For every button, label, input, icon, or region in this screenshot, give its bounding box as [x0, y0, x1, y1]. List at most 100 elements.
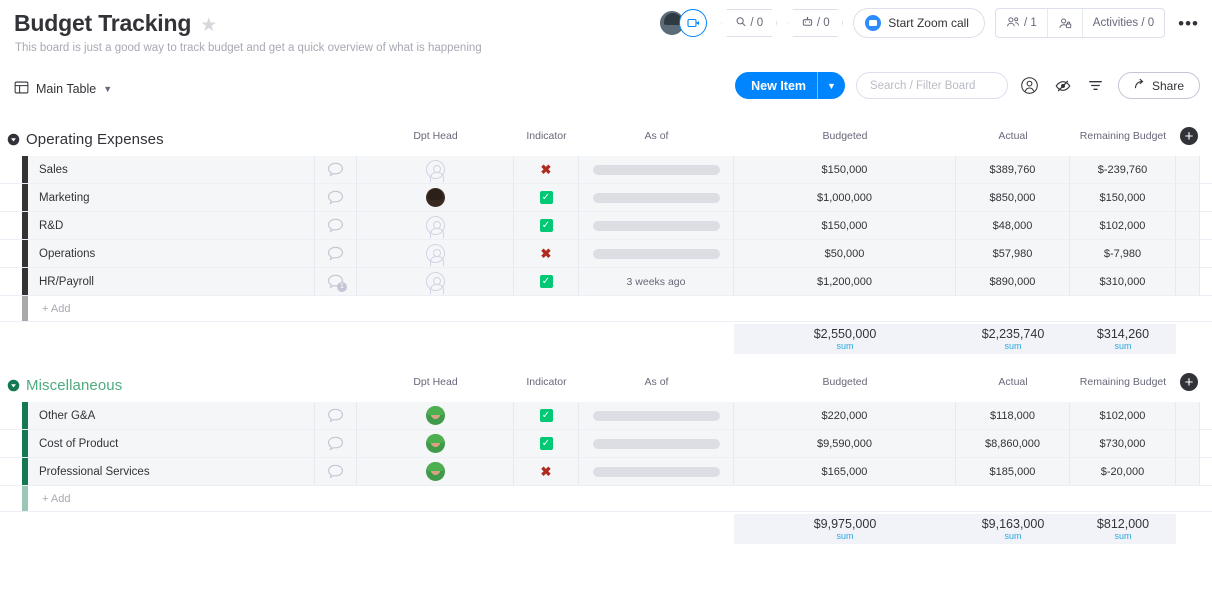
share-button[interactable]: Share — [1118, 72, 1200, 99]
row-chat-cell[interactable] — [315, 156, 357, 183]
row-name[interactable]: HR/Payroll — [28, 268, 315, 295]
row-budgeted-cell[interactable]: $150,000 — [734, 212, 956, 239]
column-header-remaining-budget[interactable]: Remaining Budget — [1070, 376, 1176, 388]
row-chat-cell[interactable] — [315, 402, 357, 429]
row-remaining-cell[interactable]: $150,000 — [1070, 184, 1176, 211]
column-header-actual[interactable]: Actual — [956, 130, 1070, 142]
row-as-of-cell[interactable] — [579, 402, 734, 429]
star-icon[interactable]: ★ — [200, 16, 217, 35]
row-chat-cell[interactable]: 1 — [315, 268, 357, 295]
avatar[interactable] — [426, 406, 445, 425]
person-filter-icon[interactable] — [1019, 75, 1041, 97]
row-as-of-cell[interactable] — [579, 458, 734, 485]
comment-bubble-icon[interactable] — [327, 464, 344, 479]
column-header-actual[interactable]: Actual — [956, 376, 1070, 388]
comment-bubble-icon[interactable] — [327, 246, 344, 261]
column-header-remaining-budget[interactable]: Remaining Budget — [1070, 130, 1176, 142]
table-row[interactable]: Cost of Product ✓ $9,590,000 $8,860,000 … — [0, 430, 1212, 458]
table-row[interactable]: Operations ✖ $50,000 $57,980 $-7,980 — [0, 240, 1212, 268]
row-name[interactable]: Professional Services — [28, 458, 315, 485]
invite-member-icon[interactable] — [679, 9, 707, 37]
more-options-icon[interactable]: ••• — [1175, 15, 1202, 32]
row-chat-cell[interactable] — [315, 458, 357, 485]
row-indicator-cell[interactable]: ✖ — [514, 458, 579, 485]
summary-remaining[interactable]: $812,000 sum — [1070, 514, 1176, 544]
row-remaining-cell[interactable]: $102,000 — [1070, 212, 1176, 239]
table-row[interactable]: HR/Payroll 1 ✓ 3 weeks ago $1,200,000 $8… — [0, 268, 1212, 296]
row-actual-cell[interactable]: $850,000 — [956, 184, 1070, 211]
row-remaining-cell[interactable]: $102,000 — [1070, 402, 1176, 429]
row-name[interactable]: Cost of Product — [28, 430, 315, 457]
table-row[interactable]: Sales ✖ $150,000 $389,760 $-239,760 — [0, 156, 1212, 184]
row-dpt-head-cell[interactable] — [357, 430, 514, 457]
row-actual-cell[interactable]: $890,000 — [956, 268, 1070, 295]
row-name[interactable]: R&D — [28, 212, 315, 239]
collapse-arrow-icon[interactable] — [4, 379, 22, 392]
row-remaining-cell[interactable]: $-7,980 — [1070, 240, 1176, 267]
search-count-badge[interactable]: / 0 — [721, 9, 777, 37]
avatar[interactable] — [426, 434, 445, 453]
row-name[interactable]: Other G&A — [28, 402, 315, 429]
row-dpt-head-cell[interactable] — [357, 184, 514, 211]
row-indicator-cell[interactable]: ✖ — [514, 156, 579, 183]
status-badge[interactable]: ✓ — [540, 191, 553, 204]
row-chat-cell[interactable] — [315, 430, 357, 457]
status-badge[interactable]: ✖ — [541, 465, 552, 478]
table-row[interactable]: Other G&A ✓ $220,000 $118,000 $102,000 — [0, 402, 1212, 430]
avatar-placeholder-icon[interactable] — [426, 160, 445, 179]
row-budgeted-cell[interactable]: $220,000 — [734, 402, 956, 429]
row-as-of-cell[interactable] — [579, 430, 734, 457]
status-badge[interactable]: ✓ — [540, 409, 553, 422]
new-item-chevron-down-icon[interactable]: ▼ — [817, 72, 845, 99]
row-chat-cell[interactable] — [315, 184, 357, 211]
row-name[interactable]: Operations — [28, 240, 315, 267]
row-indicator-cell[interactable]: ✓ — [514, 402, 579, 429]
automation-count-badge[interactable]: / 0 — [787, 9, 843, 37]
status-badge[interactable]: ✓ — [540, 437, 553, 450]
tab-main-table[interactable]: Main Table ▼ — [14, 80, 112, 98]
comment-bubble-icon[interactable] — [327, 218, 344, 233]
avatar-placeholder-icon[interactable] — [426, 216, 445, 235]
row-actual-cell[interactable]: $57,980 — [956, 240, 1070, 267]
avatar-placeholder-icon[interactable] — [426, 244, 445, 263]
row-indicator-cell[interactable]: ✓ — [514, 430, 579, 457]
row-as-of-cell[interactable] — [579, 212, 734, 239]
new-item-button[interactable]: New Item ▼ — [735, 72, 845, 99]
row-as-of-cell[interactable] — [579, 184, 734, 211]
collapse-arrow-icon[interactable] — [4, 133, 22, 146]
row-actual-cell[interactable]: $389,760 — [956, 156, 1070, 183]
summary-actual[interactable]: $2,235,740 sum — [956, 324, 1070, 354]
row-dpt-head-cell[interactable] — [357, 268, 514, 295]
group-title[interactable]: Operating Expenses — [26, 131, 164, 148]
avatar[interactable] — [426, 188, 445, 207]
row-as-of-cell[interactable] — [579, 240, 734, 267]
row-chat-cell[interactable] — [315, 240, 357, 267]
column-header-indicator[interactable]: Indicator — [514, 376, 579, 388]
row-dpt-head-cell[interactable] — [357, 156, 514, 183]
comment-bubble-icon[interactable] — [327, 190, 344, 205]
column-header-dpt-head[interactable]: Dpt Head — [357, 376, 514, 388]
table-row[interactable]: Marketing ✓ $1,000,000 $850,000 $150,000 — [0, 184, 1212, 212]
row-actual-cell[interactable]: $185,000 — [956, 458, 1070, 485]
summary-actual[interactable]: $9,163,000 sum — [956, 514, 1070, 544]
row-budgeted-cell[interactable]: $9,590,000 — [734, 430, 956, 457]
row-as-of-cell[interactable]: 3 weeks ago — [579, 268, 734, 295]
board-permissions-icon[interactable] — [1048, 9, 1083, 37]
column-header-indicator[interactable]: Indicator — [514, 130, 579, 142]
row-remaining-cell[interactable]: $310,000 — [1070, 268, 1176, 295]
table-row[interactable]: Professional Services ✖ $165,000 $185,00… — [0, 458, 1212, 486]
row-indicator-cell[interactable]: ✓ — [514, 268, 579, 295]
add-item-label[interactable]: + Add — [28, 486, 315, 511]
row-actual-cell[interactable]: $48,000 — [956, 212, 1070, 239]
row-as-of-cell[interactable] — [579, 156, 734, 183]
row-name[interactable]: Sales — [28, 156, 315, 183]
comment-bubble-icon[interactable] — [327, 408, 344, 423]
avatar[interactable] — [426, 462, 445, 481]
row-actual-cell[interactable]: $8,860,000 — [956, 430, 1070, 457]
summary-remaining[interactable]: $314,260 sum — [1070, 324, 1176, 354]
group-title[interactable]: Miscellaneous — [26, 377, 122, 394]
column-header-as-of[interactable]: As of — [579, 376, 734, 388]
row-dpt-head-cell[interactable] — [357, 402, 514, 429]
row-indicator-cell[interactable]: ✓ — [514, 184, 579, 211]
summary-budgeted[interactable]: $2,550,000 sum — [734, 324, 956, 354]
